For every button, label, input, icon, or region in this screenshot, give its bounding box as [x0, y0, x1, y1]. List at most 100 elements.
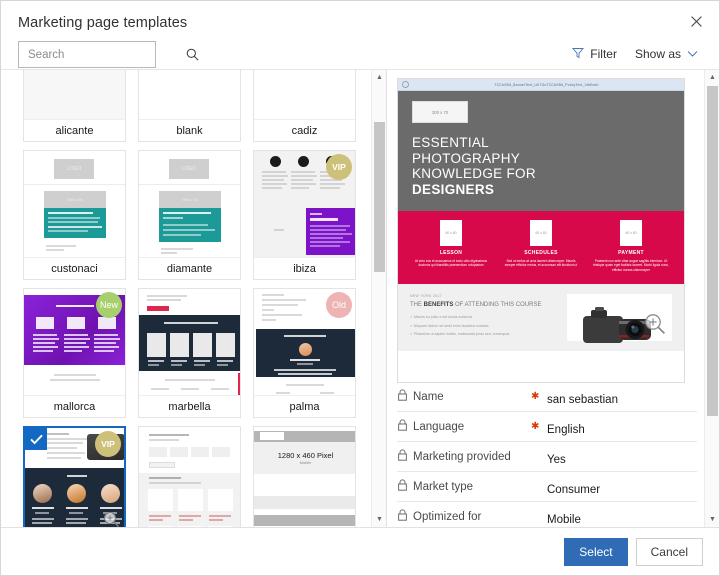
scroll-down-icon[interactable]: ▼	[705, 512, 719, 527]
benefit-item: ✓ Mauris eu justo a est luctus euismod.	[410, 315, 474, 320]
lock-icon	[397, 478, 413, 496]
lock-icon	[397, 388, 413, 406]
benefits-image	[567, 294, 672, 344]
scrollbar-thumb[interactable]	[707, 86, 718, 416]
sub-placeholder: 960 x 90	[44, 191, 106, 208]
lock-icon	[397, 508, 413, 526]
properties-list: Name ✱ san sebastian Language ✱ English	[397, 382, 697, 527]
search-box[interactable]	[18, 41, 199, 68]
status-badge: VIP	[95, 431, 121, 457]
template-card-san-sebastian[interactable]: VIP	[23, 426, 126, 527]
property-row[interactable]: Optimized for Mobile	[397, 502, 697, 527]
detail-scrollbar[interactable]: ▲ ▼	[704, 70, 719, 527]
benefit-item: ✓ Phasellus ut sapien mattis, malesuada …	[410, 332, 511, 337]
toolbar-right-group: Filter Show as	[565, 41, 705, 67]
hero-logo-placeholder: 300 x 70	[412, 101, 468, 123]
template-card-diamante[interactable]: LOGO 960 x 90 diamante	[138, 150, 241, 280]
scroll-up-icon[interactable]: ▲	[372, 70, 386, 85]
lock-icon	[397, 418, 413, 436]
scroll-down-icon[interactable]: ▼	[372, 512, 386, 527]
property-value: Mobile	[547, 513, 581, 526]
template-card-palma[interactable]: Old palma	[253, 288, 356, 418]
dialog-body: alicante blank cadiz LOGO 960 x 90 custo…	[1, 69, 719, 527]
templates-panel: alicante blank cadiz LOGO 960 x 90 custo…	[1, 70, 387, 527]
template-thumbnail: LOGO 960 x 90	[139, 151, 240, 257]
template-card-struct-1[interactable]: 1280 x 460 Pixel Mobile struct-1	[253, 426, 356, 527]
template-card-cadiz[interactable]: cadiz	[253, 70, 356, 142]
feature-body: Praesent non ante vitae augue sagittis i…	[593, 258, 669, 272]
template-name: marbella	[139, 395, 240, 417]
benefits-text: NEW YORK 2017 THE BENEFITS OF ATTENDING …	[410, 294, 559, 341]
feature-column: 60 x 60 PAYMENT Praesent non ante vitae …	[586, 220, 676, 272]
page-title: Marketing page templates	[18, 15, 188, 31]
template-card-blank[interactable]: blank	[138, 70, 241, 142]
property-row[interactable]: Name ✱ san sebastian	[397, 382, 697, 412]
chevron-down-icon	[687, 47, 698, 61]
preview-hero: 300 x 70 ESSENTIAL PHOTOGRAPHY KNOWLEDGE…	[398, 91, 684, 211]
template-name: diamante	[139, 257, 240, 279]
marketing-page-templates-dialog: Marketing page templates Search Filter S…	[0, 0, 720, 576]
property-row[interactable]: Market type Consumer	[397, 472, 697, 502]
template-card-marbella[interactable]: marbella	[138, 288, 241, 418]
property-row[interactable]: Language ✱ English	[397, 412, 697, 442]
filter-button[interactable]: Filter	[565, 41, 624, 67]
scroll-up-icon[interactable]: ▲	[705, 70, 719, 85]
template-name: mallorca	[24, 395, 125, 417]
dialog-footer: Select Cancel	[1, 527, 719, 575]
required-indicator: ✱	[531, 390, 540, 402]
cancel-button[interactable]: Cancel	[635, 537, 703, 566]
search-input[interactable]	[19, 42, 186, 67]
template-card-custonaci[interactable]: LOGO 960 x 90 custonaci	[23, 150, 126, 280]
template-name: alicante	[24, 119, 125, 141]
template-name: palma	[254, 395, 355, 417]
template-card-mallorca[interactable]: New mallorca	[23, 288, 126, 418]
template-name: ibiza	[254, 257, 355, 279]
lock-icon	[397, 448, 413, 466]
template-card-ibiza[interactable]: VIP ibiza	[253, 150, 356, 280]
magnifier-icon[interactable]	[103, 511, 120, 527]
preview-url: TCCbXBit_BannerText_UrlTGoTCCbXBit_Polic…	[494, 82, 599, 87]
preview-benefits-section: NEW YORK 2017 THE BENEFITS OF ATTENDING …	[398, 284, 684, 351]
template-preview: TCCbXBit_BannerText_UrlTGoTCCbXBit_Polic…	[397, 78, 685, 383]
feature-body: At vero eos et accusamus et iusto odio d…	[414, 258, 488, 268]
benefits-kicker: NEW YORK 2017	[410, 294, 443, 299]
headline-line-4: DESIGNERS	[412, 181, 495, 197]
sub-placeholder: 960 x 90	[159, 191, 221, 208]
template-thumbnail	[24, 70, 125, 119]
property-label: Optimized for	[413, 510, 482, 523]
close-icon[interactable]	[681, 7, 711, 35]
show-as-label: Show as	[634, 47, 681, 61]
scrollbar-thumb[interactable]	[374, 122, 385, 272]
checkmark-icon	[25, 428, 47, 450]
preview-feature-band: 60 x 60 LESSON At vero eos et accusamus …	[398, 211, 684, 285]
property-value: English	[547, 423, 585, 436]
feature-image-placeholder: 60 x 60	[530, 220, 552, 246]
show-as-button[interactable]: Show as	[628, 41, 705, 67]
benefits-heading: THE BENEFITS OF ATTENDING THIS COURSE	[410, 302, 542, 309]
feature-image-placeholder: 60 x 60	[440, 220, 462, 246]
template-card-sitges[interactable]: sitges	[138, 426, 241, 527]
dialog-header: Marketing page templates	[1, 1, 719, 45]
property-value: san sebastian	[547, 393, 618, 406]
struct-sub-text: Mobile	[299, 460, 312, 465]
property-label: Market type	[413, 480, 474, 493]
browser-dot-icon	[402, 81, 409, 88]
feature-column: 60 x 60 SCHEDULES Sed ut metus at urna l…	[496, 220, 586, 272]
property-label: Name	[413, 390, 444, 403]
templates-grid: alicante blank cadiz LOGO 960 x 90 custo…	[1, 70, 371, 527]
property-value: Consumer	[547, 483, 601, 496]
logo-placeholder: LOGO	[54, 159, 94, 179]
benefit-item: ✓ Aliquam dictum sit amet enim faucibus …	[410, 323, 490, 328]
funnel-icon	[572, 47, 585, 62]
property-row[interactable]: Marketing provided Yes	[397, 442, 697, 472]
feature-body: Sed ut metus at urna laoreet ullamcorper…	[504, 258, 578, 268]
headline-line-1: ESSENTIAL	[412, 135, 489, 150]
templates-scrollbar[interactable]: ▲ ▼	[371, 70, 386, 527]
search-icon[interactable]	[186, 48, 199, 61]
template-card-alicante[interactable]: alicante	[23, 70, 126, 142]
required-indicator: ✱	[531, 420, 540, 432]
select-button[interactable]: Select	[564, 537, 628, 566]
status-badge: New	[96, 292, 122, 318]
template-name: cadiz	[254, 119, 355, 141]
status-badge: Old	[326, 292, 352, 318]
